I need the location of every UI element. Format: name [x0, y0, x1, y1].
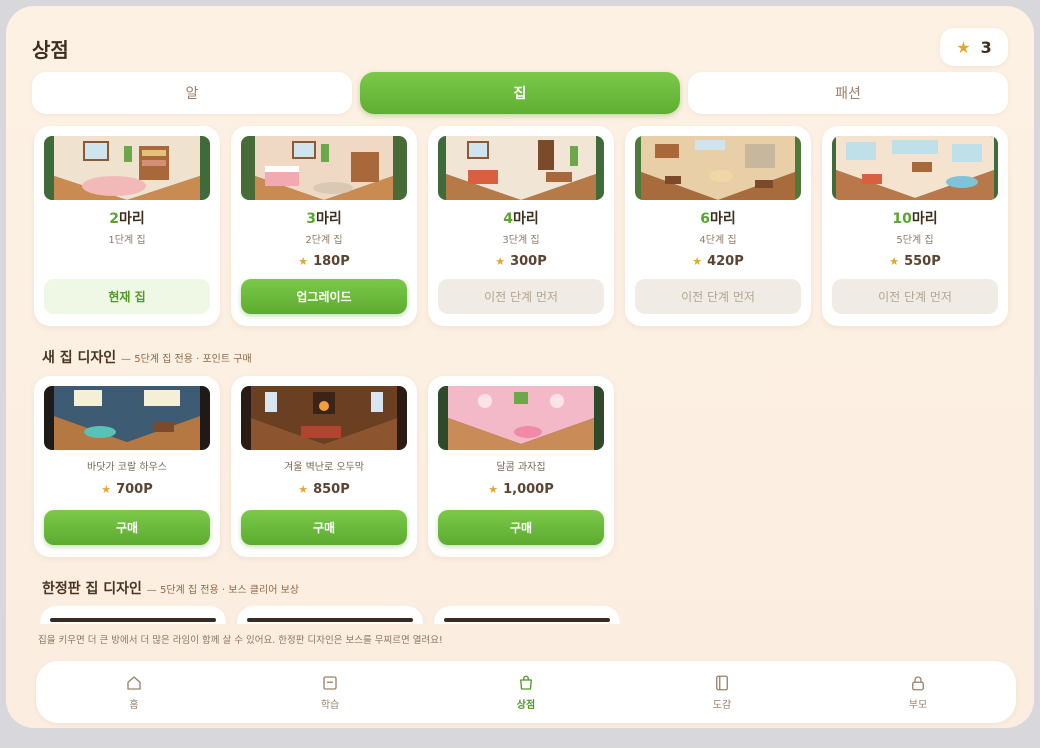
home-icon	[127, 675, 141, 690]
house-price: ★ 300P	[495, 254, 547, 269]
star-icon: ★	[495, 255, 506, 268]
house-upgrade-row: 2마리 1단계 집 현재 집 3마리 2단계 집 ★ 180P 업그레이드 4마리…	[34, 126, 1008, 326]
buy-button[interactable]: 구매	[438, 510, 604, 545]
nav-parent[interactable]: 부모	[820, 661, 1016, 723]
winter-cabin-image	[241, 386, 407, 450]
tab-egg[interactable]: 알	[32, 72, 352, 114]
nav-label: 홈	[129, 699, 139, 711]
bottom-nav: 홈 학습 상점 도감 부모	[36, 661, 1016, 723]
page-title: 상점	[32, 38, 69, 62]
house-price: ★ 180P	[298, 254, 350, 269]
star-icon: ★	[956, 37, 971, 57]
house-capacity: 10마리	[892, 211, 938, 227]
star-balance-badge: ★ 3	[940, 28, 1008, 66]
nav-shop[interactable]: 상점	[428, 661, 624, 723]
tab-fashion[interactable]: 패션	[688, 72, 1008, 114]
house-stage-label: 3단계 집	[502, 235, 540, 246]
star-icon: ★	[298, 255, 309, 268]
star-icon: ★	[101, 483, 112, 496]
star-icon: ★	[298, 483, 309, 496]
house-stage-label: 5단계 집	[896, 235, 934, 246]
house-capacity: 4마리	[503, 211, 539, 227]
star-icon: ★	[889, 255, 900, 268]
design-price: ★ 1,000P	[488, 482, 554, 497]
lock-icon	[912, 675, 924, 690]
notebook-icon	[716, 675, 728, 690]
house-capacity: 2마리	[109, 211, 145, 227]
buy-button[interactable]: 구매	[44, 510, 210, 545]
star-count: 3	[980, 37, 992, 57]
house-stage-4-image	[635, 136, 801, 200]
nav-label: 부모	[908, 699, 928, 711]
house-stage-label: 1단계 집	[108, 235, 146, 246]
nav-label: 도감	[712, 699, 732, 711]
nav-label: 상점	[516, 699, 536, 711]
house-stage-3-image	[438, 136, 604, 200]
design-card-winter-cabin: 겨울 벽난로 오두막 ★ 850P 구매	[231, 376, 417, 557]
house-capacity: 6마리	[700, 211, 736, 227]
limited-design-card[interactable]	[40, 606, 226, 624]
design-name: 달콤 과자집	[496, 462, 546, 473]
house-price: ★ 420P	[692, 254, 744, 269]
limited-design-card[interactable]	[237, 606, 423, 624]
locked-button[interactable]: 이전 단계 먼저	[832, 279, 998, 314]
house-capacity: 3마리	[306, 211, 342, 227]
house-stage-5-image	[832, 136, 998, 200]
candy-house-image	[438, 386, 604, 450]
limited-design-card[interactable]	[434, 606, 620, 624]
tab-house[interactable]: 집	[360, 72, 680, 114]
coral-house-image	[44, 386, 210, 450]
design-name: 겨울 벽난로 오두막	[284, 462, 364, 473]
nav-collection[interactable]: 도감	[624, 661, 820, 723]
design-name: 바닷가 코랄 하우스	[87, 462, 167, 473]
house-card-stage-4: 6마리 4단계 집 ★ 420P 이전 단계 먼저	[625, 126, 811, 326]
house-card-stage-1: 2마리 1단계 집 현재 집	[34, 126, 220, 326]
limited-design-row	[40, 606, 620, 624]
house-stage-label: 2단계 집	[305, 235, 343, 246]
nav-label: 학습	[320, 699, 340, 711]
buy-button[interactable]: 구매	[241, 510, 407, 545]
category-tabs: 알 집 패션	[32, 72, 1008, 114]
info-hint: 집을 키우면 더 큰 방에서 더 많은 라임이 함께 살 수 있어요. 한정판 …	[38, 635, 443, 646]
nav-study[interactable]: 학습	[232, 661, 428, 723]
current-house-button[interactable]: 현재 집	[44, 279, 210, 314]
house-stage-label: 4단계 집	[699, 235, 737, 246]
house-price: ★ 550P	[889, 254, 941, 269]
house-stage-1-image	[44, 136, 210, 200]
design-price: ★ 850P	[298, 482, 350, 497]
house-card-stage-3: 4마리 3단계 집 ★ 300P 이전 단계 먼저	[428, 126, 614, 326]
design-card-candy-house: 달콤 과자집 ★ 1,000P 구매	[428, 376, 614, 557]
limited-design-section-title: 한정판 집 디자인 — 5단계 집 전용 · 보스 클리어 보상	[42, 581, 299, 597]
house-card-stage-2: 3마리 2단계 집 ★ 180P 업그레이드	[231, 126, 417, 326]
star-icon: ★	[692, 255, 703, 268]
new-design-section-title: 새 집 디자인 — 5단계 집 전용 · 포인트 구매	[42, 350, 252, 366]
shop-screen: 상점 ★ 3 알 집 패션 2마리 1단계 집 현재 집 3마리 2단계 집 ★…	[6, 6, 1034, 728]
shopping-bag-icon	[520, 675, 532, 690]
star-icon: ★	[488, 483, 499, 496]
house-stage-2-image	[241, 136, 407, 200]
house-card-stage-5: 10마리 5단계 집 ★ 550P 이전 단계 먼저	[822, 126, 1008, 326]
design-price: ★ 700P	[101, 482, 153, 497]
header: 상점 ★ 3	[32, 28, 1008, 68]
upgrade-button[interactable]: 업그레이드	[241, 279, 407, 314]
new-design-row: 바닷가 코랄 하우스 ★ 700P 구매 겨울 벽난로 오두막 ★ 850P 구매 …	[34, 376, 614, 557]
locked-button[interactable]: 이전 단계 먼저	[635, 279, 801, 314]
nav-home[interactable]: 홈	[36, 661, 232, 723]
book-icon	[323, 675, 337, 690]
design-card-coral-house: 바닷가 코랄 하우스 ★ 700P 구매	[34, 376, 220, 557]
locked-button[interactable]: 이전 단계 먼저	[438, 279, 604, 314]
